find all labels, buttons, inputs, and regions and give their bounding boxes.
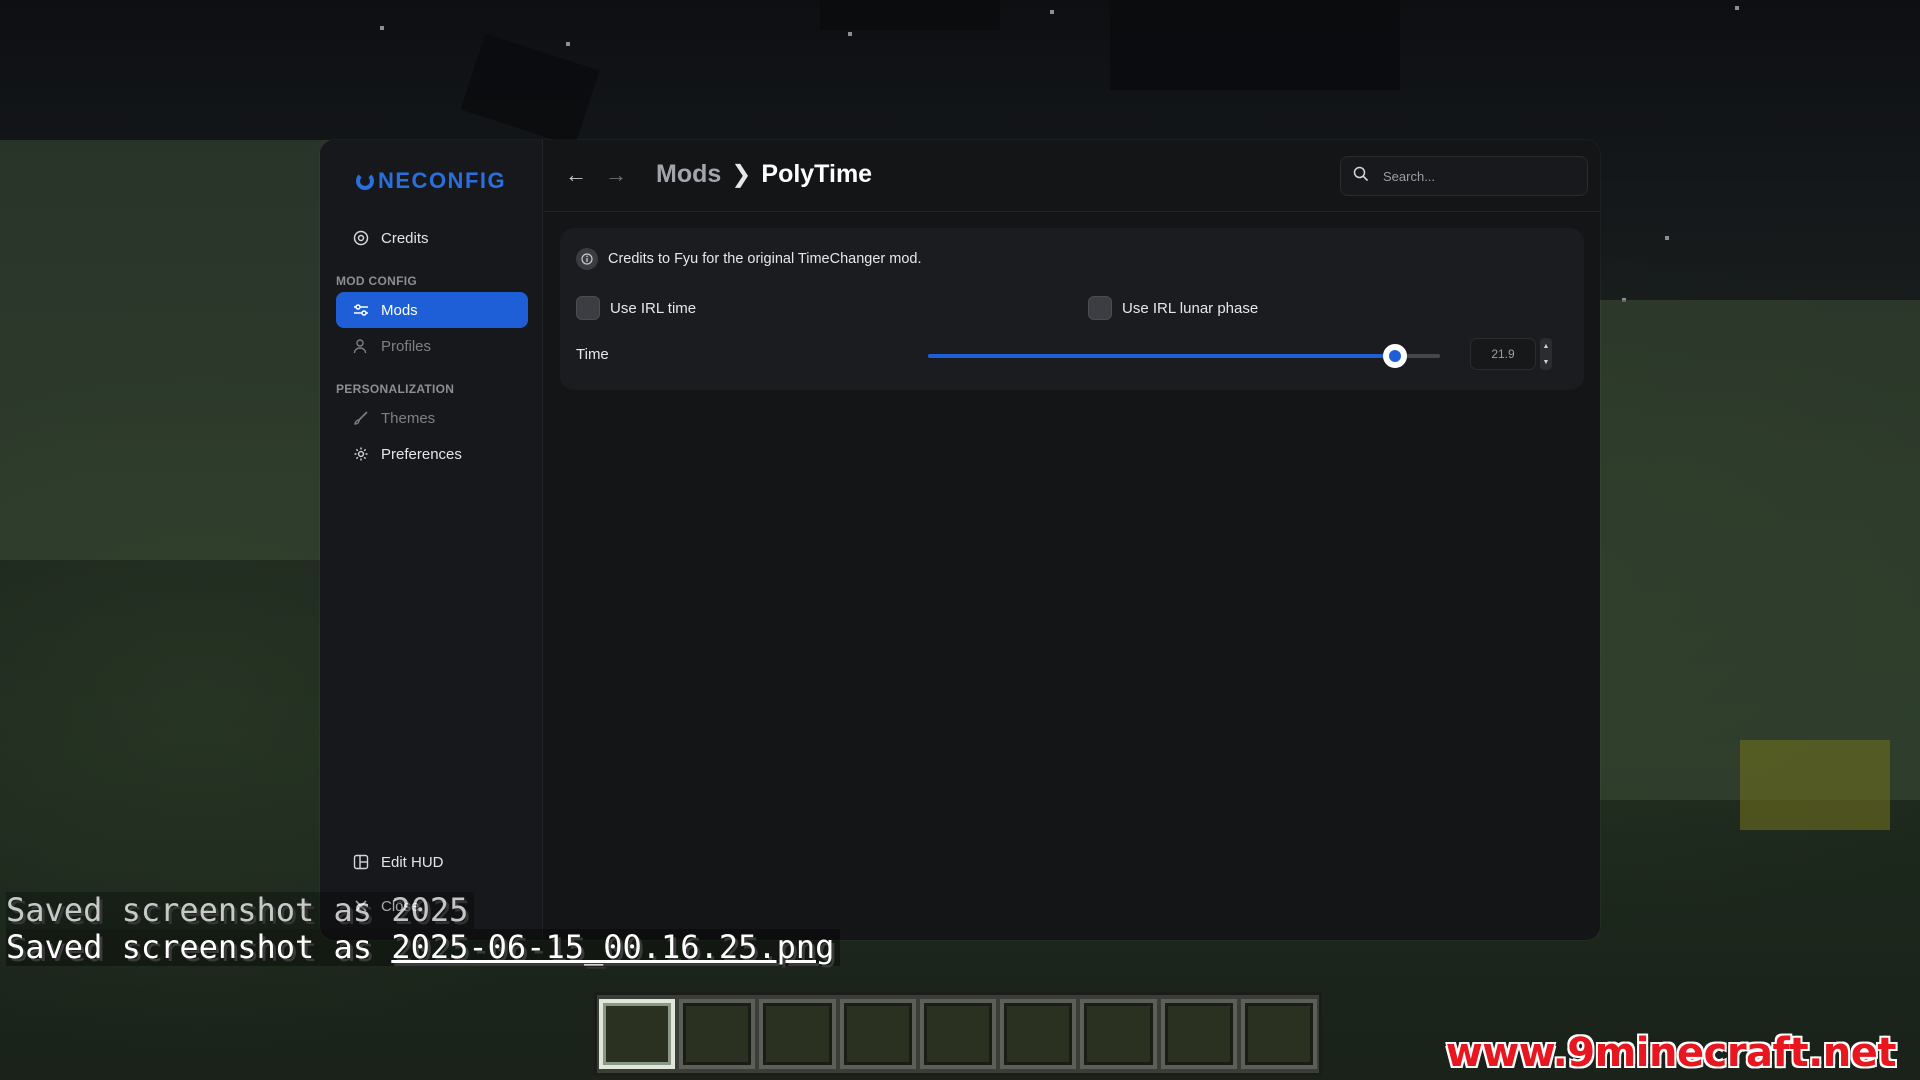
page-title: PolyTime xyxy=(761,160,873,188)
section-label-mod-config: MOD CONFIG xyxy=(336,274,417,288)
tree-foliage xyxy=(0,140,330,560)
hotbar-slot[interactable] xyxy=(1160,999,1237,1069)
logo-text: NECONFIG xyxy=(378,168,507,193)
time-value: 21.9 xyxy=(1491,347,1515,361)
hotbar-slot[interactable] xyxy=(1080,999,1157,1069)
user-icon xyxy=(353,338,369,354)
sidebar-item-credits[interactable]: Credits xyxy=(336,220,528,256)
time-stepper[interactable]: ▲ ▼ xyxy=(1540,338,1552,370)
chevron-down-icon[interactable]: ▼ xyxy=(1543,359,1550,366)
mod-settings-card: Credits to Fyu for the original TimeChan… xyxy=(560,228,1584,390)
info-icon xyxy=(576,248,598,270)
watermark: www.9minecraft.net xyxy=(1445,1030,1897,1076)
sliders-icon xyxy=(353,302,369,318)
hotbar-slot[interactable] xyxy=(1240,999,1317,1069)
star xyxy=(1665,236,1669,240)
sidebar: NECONFIG Credits MOD CONFIG Mods Profile… xyxy=(320,140,543,940)
sidebar-item-label: Credits xyxy=(381,229,429,247)
star xyxy=(380,26,384,30)
use-irl-time-label: Use IRL time xyxy=(610,299,697,317)
credits-icon xyxy=(353,230,369,246)
hotbar-slot[interactable] xyxy=(599,999,676,1069)
use-irl-time-option: Use IRL time xyxy=(576,296,696,320)
star xyxy=(566,42,570,46)
sidebar-item-profiles[interactable]: Profiles xyxy=(336,328,528,364)
game-chat: Saved screenshot as 2025 Saved screensho… xyxy=(0,892,1100,966)
time-slider-label: Time xyxy=(576,346,609,363)
breadcrumb-parent[interactable]: Mods xyxy=(656,160,721,189)
screenshot-file-link[interactable]: 2025-06-15_00.16.25.png xyxy=(391,928,834,966)
section-label-personalization: PERSONALIZATION xyxy=(336,382,455,396)
use-irl-time-checkbox[interactable] xyxy=(576,296,600,320)
info-note: Credits to Fyu for the original TimeChan… xyxy=(576,248,922,270)
info-text: Credits to Fyu for the original TimeChan… xyxy=(608,251,922,267)
brush-icon xyxy=(353,410,369,426)
sidebar-item-label: Edit HUD xyxy=(381,853,444,871)
use-irl-lunar-phase-option: Use IRL lunar phase xyxy=(1088,296,1258,320)
chevron-up-icon[interactable]: ▲ xyxy=(1543,343,1550,350)
time-slider-thumb[interactable] xyxy=(1383,344,1408,368)
hotbar-slot[interactable] xyxy=(919,999,997,1069)
star xyxy=(1735,6,1739,10)
breadcrumb: Mods ❯ PolyTime xyxy=(656,160,872,189)
sidebar-item-edit-hud[interactable]: Edit HUD xyxy=(336,844,528,880)
grass-field xyxy=(1590,300,1920,800)
chat-message-text: Saved screenshot as 2025 xyxy=(6,892,475,929)
sidebar-item-label: Mods xyxy=(381,301,418,319)
chat-message: Saved screenshot as 2025-06-15_00.16.25.… xyxy=(0,929,1100,966)
page-header: ← → Mods ❯ PolyTime xyxy=(544,140,1600,212)
chevron-right-icon: ❯ xyxy=(731,161,752,188)
hotbar-slot[interactable] xyxy=(1000,999,1077,1069)
oneconfig-logo: NECONFIG xyxy=(356,166,506,196)
star xyxy=(848,32,852,36)
oneconfig-window: NECONFIG Credits MOD CONFIG Mods Profile… xyxy=(320,140,1600,940)
sidebar-item-label: Themes xyxy=(381,409,436,427)
search-box[interactable] xyxy=(1340,156,1588,196)
sidebar-item-themes[interactable]: Themes xyxy=(336,400,528,436)
star xyxy=(1050,10,1054,14)
time-slider[interactable] xyxy=(928,344,1440,368)
oneconfig-logo-icon xyxy=(356,172,374,190)
sky-block xyxy=(1110,0,1400,90)
gear-icon xyxy=(353,446,369,462)
sky-block xyxy=(460,33,600,147)
chat-message-text: Saved screenshot as xyxy=(6,928,392,966)
use-irl-lunar-phase-label: Use IRL lunar phase xyxy=(1122,299,1259,317)
back-arrow-icon[interactable]: ← xyxy=(564,162,588,188)
search-input[interactable] xyxy=(1383,168,1563,184)
hotbar xyxy=(594,992,1322,1076)
layout-icon xyxy=(353,854,369,870)
hotbar-slot[interactable] xyxy=(759,999,836,1069)
sidebar-item-preferences[interactable]: Preferences xyxy=(336,436,528,472)
time-slider-fill xyxy=(928,354,1396,358)
forward-arrow-icon[interactable]: → xyxy=(604,162,628,188)
sidebar-item-label: Preferences xyxy=(381,445,462,463)
use-irl-lunar-phase-checkbox[interactable] xyxy=(1088,296,1112,320)
hotbar-slot[interactable] xyxy=(679,999,756,1069)
search-icon xyxy=(1353,166,1369,187)
chat-message: Saved screenshot as 2025 xyxy=(0,892,1100,929)
sidebar-item-label: Profiles xyxy=(381,337,432,355)
sky-block xyxy=(820,0,1000,30)
hotbar-slot[interactable] xyxy=(839,999,916,1069)
sidebar-item-mods[interactable]: Mods xyxy=(336,292,528,328)
time-value-input[interactable]: 21.9 xyxy=(1470,338,1536,370)
dandelion-flower xyxy=(1740,740,1890,830)
